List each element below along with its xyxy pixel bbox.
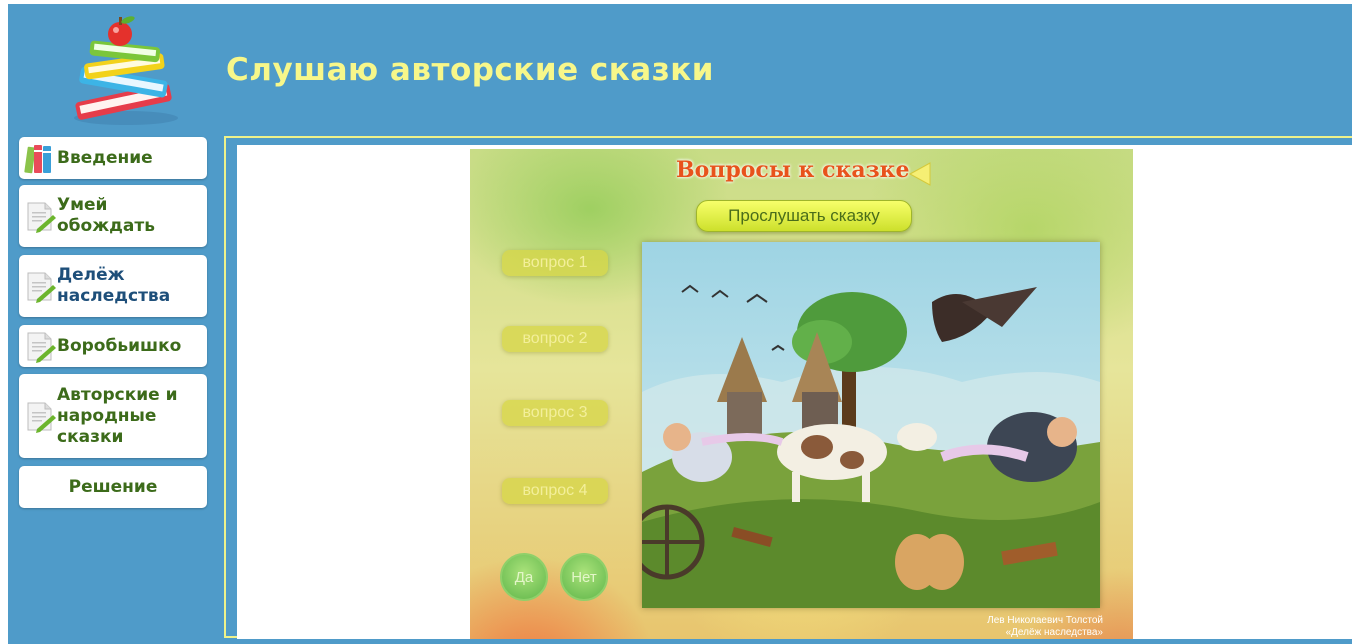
sidebar-item-vorobishko[interactable]: Воробьишко (19, 325, 207, 367)
sidebar-item-label: Умей обождать (57, 195, 155, 236)
sidebar-item-label: Воробьишко (57, 335, 182, 356)
story-stage: Вопросы к сказке Прослушать сказку вопро… (470, 149, 1133, 639)
books-with-apple-icon (74, 16, 178, 125)
sidebar-item-vvedenie[interactable]: Введение (19, 137, 207, 179)
question-3-button[interactable]: вопрос 3 (502, 400, 608, 426)
question-1-button[interactable]: вопрос 1 (502, 250, 608, 276)
speaker-icon[interactable] (908, 161, 934, 187)
document-pencil-icon (27, 202, 56, 233)
sidebar-item-umei-obozhdat[interactable]: Умей обождать (19, 185, 207, 247)
question-2-button[interactable]: вопрос 2 (502, 326, 608, 352)
sidebar-item-avtorskie-i-narodnye[interactable]: Авторские и народные сказки (19, 374, 207, 458)
credit-text: Лев Николаевич Толстой «Делёж наследства… (987, 615, 1103, 639)
sidebar-item-label: Введение (57, 147, 153, 168)
no-button[interactable]: Нет (560, 553, 608, 601)
sidebar-item-delezh-nasledstva[interactable]: Делёж наследства (19, 255, 207, 317)
sidebar-item-label: Авторские и народные сказки (57, 384, 178, 447)
document-pencil-icon (27, 272, 56, 303)
books-icon (24, 145, 51, 174)
top-edge (0, 0, 1352, 4)
yes-button[interactable]: Да (500, 553, 548, 601)
question-4-button[interactable]: вопрос 4 (502, 478, 608, 504)
sidebar-item-label: Делёж наследства (57, 265, 171, 306)
document-pencil-icon (27, 332, 56, 363)
document-pencil-icon (27, 402, 56, 433)
sidebar-item-label: Решение (68, 476, 158, 497)
left-edge (0, 0, 8, 644)
listen-story-button[interactable]: Прослушать сказку (696, 200, 912, 232)
story-illustration (642, 242, 1100, 608)
page-title: Слушаю авторские сказки (226, 52, 714, 88)
credit-author: Лев Николаевич Толстой (987, 615, 1103, 626)
sidebar-item-reshenie[interactable]: Решение (19, 466, 207, 508)
credit-title: «Делёж наследства» (1005, 627, 1103, 638)
stage-title: Вопросы к сказке (676, 157, 910, 183)
